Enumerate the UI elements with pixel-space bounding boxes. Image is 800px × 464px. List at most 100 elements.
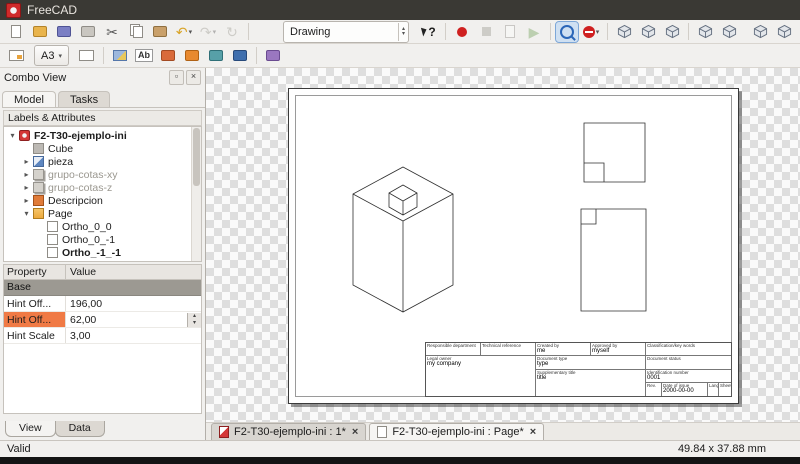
viewpage-icon — [47, 247, 58, 258]
responsible-department-label: Responsible department — [427, 343, 476, 348]
property-row-2[interactable]: Hint Scale 3,00 — [4, 328, 201, 344]
undo-icon[interactable]: ↶ ▾ — [173, 22, 195, 42]
tree-item-grupo-cotas-xy[interactable]: ▸ grupo-cotas-xy — [4, 168, 201, 181]
sheet-label: Sheet — [720, 383, 731, 388]
property-value-cell[interactable]: 62,00 ▴ ▾ — [66, 312, 201, 327]
macro-execute-icon[interactable]: ▶ — [523, 22, 545, 42]
property-column-header[interactable]: Property — [4, 265, 66, 279]
titleblock-cell-document-status: Document status — [646, 356, 731, 370]
tab-tasks[interactable]: Tasks — [57, 91, 111, 107]
paste-icon[interactable] — [149, 22, 171, 42]
tree-expander-icon[interactable]: ▸ — [21, 183, 32, 192]
drawing-viewport[interactable]: Responsible department Technical referen… — [206, 68, 800, 422]
insert-clip-group-icon[interactable] — [157, 46, 179, 66]
new-drawing-page-icon[interactable] — [5, 46, 27, 66]
tree-expander-icon[interactable]: ▾ — [7, 131, 18, 140]
spin-down-button[interactable]: ▾ — [188, 320, 201, 327]
print-icon[interactable] — [77, 22, 99, 42]
tab-view[interactable]: View — [5, 421, 56, 437]
tree-item-f2-t30-ejemplo-ini[interactable]: ▾ F2-T30-ejemplo-ini — [4, 129, 201, 142]
tree-item-label: F2-T30-ejemplo-ini — [34, 129, 127, 142]
close-panel-button[interactable]: × — [186, 70, 201, 85]
tree-scrollbar[interactable] — [191, 127, 201, 261]
doc-icon — [19, 130, 30, 141]
macro-record-icon[interactable] — [451, 22, 473, 42]
tab-model[interactable]: Model — [2, 91, 56, 107]
spin-up-button[interactable]: ▴ — [188, 313, 201, 320]
value-spinbox[interactable]: ▴ ▾ — [187, 312, 201, 327]
tree-item-descripcion[interactable]: ▸ Descripcion — [4, 194, 201, 207]
spreadsheet-view-icon[interactable] — [229, 46, 251, 66]
toolbar-separator — [550, 23, 551, 40]
property-group-base[interactable]: Base — [4, 280, 201, 296]
revision-label: Rev. — [647, 383, 656, 388]
front-view-icon-glyph — [641, 24, 656, 39]
axonometric-view-icon[interactable] — [613, 22, 635, 42]
draw-style-icon[interactable] — [749, 22, 771, 42]
property-name[interactable]: Hint Scale — [4, 328, 66, 343]
tree-expander-icon[interactable]: ▸ — [21, 157, 32, 166]
graybox-icon — [33, 143, 44, 154]
page-size-button[interactable]: A3 ▾ — [34, 45, 69, 66]
right-view-icon[interactable] — [694, 22, 716, 42]
property-row-0[interactable]: Hint Off... 196,00 — [4, 296, 201, 312]
clipping-plane-icon-dropdown[interactable]: ▾ — [596, 28, 600, 36]
isometric-view-icon[interactable] — [718, 22, 740, 42]
workbench-selector-arrows[interactable]: ▴ ▾ — [397, 22, 408, 41]
whatsthis-icon[interactable]: ? — [418, 22, 440, 42]
legal-owner-value: my company — [427, 361, 462, 367]
property-name[interactable]: Hint Off... — [4, 296, 66, 311]
tree-item-grupo-cotas-z[interactable]: ▸ grupo-cotas-z — [4, 181, 201, 194]
toolbar-drawing: A3 ▾ Ab — [0, 44, 800, 68]
right-view-icon-glyph — [698, 24, 713, 39]
top-view-icon[interactable] — [661, 22, 683, 42]
insert-view-icon[interactable] — [109, 46, 131, 66]
landscape-page-icon[interactable] — [76, 46, 98, 66]
property-value-cell[interactable]: 3,00 — [66, 328, 201, 343]
titleblock-cell-language: Lang. — [708, 383, 719, 396]
float-panel-button[interactable]: ▫ — [169, 70, 184, 85]
refresh-icon[interactable]: ↻ — [221, 22, 243, 42]
clipping-plane-icon[interactable]: ▾ — [580, 22, 602, 42]
tree-item-page[interactable]: ▾ Page — [4, 207, 201, 220]
tree-item-ortho-1-1[interactable]: Ortho_-1_-1 — [4, 246, 201, 259]
open-document-icon[interactable] — [29, 22, 51, 42]
undo-icon-dropdown[interactable]: ▾ — [189, 28, 193, 36]
tree-item-cube[interactable]: Cube — [4, 142, 201, 155]
save-icon[interactable] — [53, 22, 75, 42]
front-view-icon[interactable] — [637, 22, 659, 42]
macro-stop-icon[interactable] — [475, 22, 497, 42]
export-page-icon[interactable] — [262, 46, 284, 66]
document-tab-2[interactable]: F2-T30-ejemplo-ini : Page* × — [369, 423, 545, 440]
tree-expander-icon[interactable]: ▸ — [21, 170, 32, 179]
tree-item-ortho-0-0[interactable]: Ortho_0_0 — [4, 220, 201, 233]
property-value-cell[interactable]: 196,00 — [66, 296, 201, 311]
redo-icon[interactable]: ↷ ▾ — [197, 22, 219, 42]
property-row-1[interactable]: Hint Off... 62,00 ▴ ▾ — [4, 312, 201, 328]
tree-expander-icon[interactable]: ▾ — [21, 209, 32, 218]
tree-scrollbar-thumb[interactable] — [193, 128, 200, 186]
value-column-header[interactable]: Value — [66, 266, 96, 278]
insert-annotation-icon[interactable]: Ab — [133, 46, 155, 66]
new-document-icon[interactable] — [5, 22, 27, 42]
copy-icon[interactable] — [125, 22, 147, 42]
workbench-selector[interactable]: Drawing ▴ ▾ — [283, 20, 409, 43]
measure-icon[interactable] — [773, 22, 795, 42]
tree-item-ortho-0-1[interactable]: Ortho_0_-1 — [4, 233, 201, 246]
close-tab-button[interactable]: × — [352, 426, 358, 438]
tree-expander-icon[interactable]: ▸ — [21, 196, 32, 205]
title-block: Responsible department Technical referen… — [425, 342, 732, 397]
open-document-icon-glyph — [33, 26, 47, 37]
document-tab-1[interactable]: F2-T30-ejemplo-ini : 1* × — [211, 423, 367, 440]
property-name[interactable]: Hint Off... — [4, 312, 66, 327]
box-zoom-icon[interactable] — [555, 20, 579, 43]
tree-item-pieza[interactable]: ▸ pieza — [4, 155, 201, 168]
tab-data[interactable]: Data — [54, 421, 105, 437]
cut-icon[interactable]: ✂ — [101, 22, 123, 42]
close-tab-button[interactable]: × — [530, 426, 536, 438]
open-browser-icon[interactable] — [181, 46, 203, 66]
insert-symbol-icon[interactable] — [205, 46, 227, 66]
redo-icon-dropdown[interactable]: ▾ — [213, 28, 217, 36]
macro-edit-icon[interactable] — [499, 22, 521, 42]
tree-item-label: Ortho_0_0 — [62, 220, 112, 233]
